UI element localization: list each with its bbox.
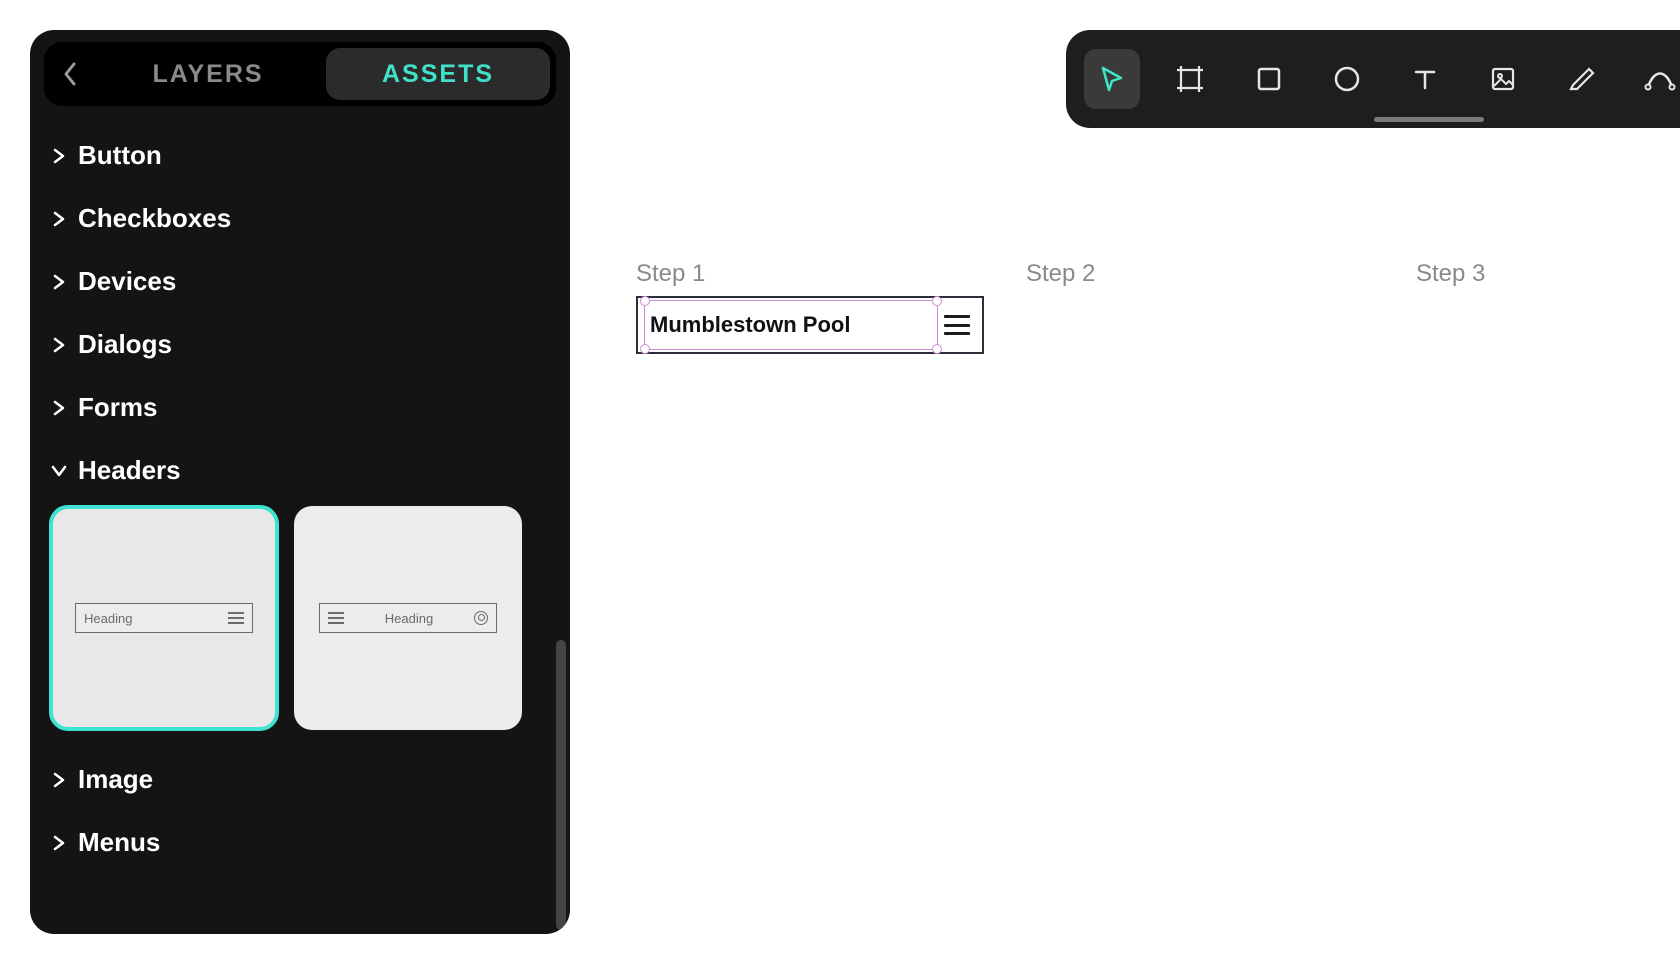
heading-text[interactable]: Mumblestown Pool	[650, 312, 850, 337]
toolbar	[1066, 30, 1680, 128]
header-component-instance[interactable]: Mumblestown Pool	[636, 296, 984, 354]
chevron-left-icon	[63, 62, 77, 86]
curve-tool[interactable]	[1632, 49, 1680, 109]
chevron-right-icon	[50, 274, 68, 290]
category-devices[interactable]: Devices	[50, 250, 550, 313]
hamburger-icon	[944, 315, 970, 335]
category-label: Headers	[78, 455, 181, 486]
panel-scrollbar[interactable]	[556, 640, 566, 930]
category-label: Forms	[78, 392, 157, 423]
hamburger-icon	[328, 612, 344, 624]
square-icon	[1255, 65, 1283, 93]
tab-layers[interactable]: LAYERS	[96, 48, 320, 100]
chevron-down-icon	[50, 463, 68, 479]
category-checkboxes[interactable]: Checkboxes	[50, 187, 550, 250]
text-icon	[1411, 65, 1439, 93]
assets-panel: LAYERS ASSETS Button Checkboxes Devices …	[30, 30, 570, 934]
category-label: Button	[78, 140, 162, 171]
pen-tool[interactable]	[1554, 49, 1610, 109]
frame-label-step2[interactable]: Step 2	[1026, 260, 1095, 288]
text-tool[interactable]	[1397, 49, 1453, 109]
chevron-right-icon	[50, 835, 68, 851]
chevron-right-icon	[50, 148, 68, 164]
rectangle-tool[interactable]	[1241, 49, 1297, 109]
ellipse-tool[interactable]	[1319, 49, 1375, 109]
chevron-right-icon	[50, 337, 68, 353]
header-asset-1[interactable]: Heading	[50, 506, 278, 730]
selection-handle-bl[interactable]	[640, 344, 650, 354]
category-label: Devices	[78, 266, 176, 297]
selection-handle-tr[interactable]	[932, 296, 942, 306]
image-tool[interactable]	[1475, 49, 1531, 109]
toolbar-drag-handle[interactable]	[1374, 117, 1484, 122]
select-tool[interactable]	[1084, 49, 1140, 109]
chevron-right-icon	[50, 211, 68, 227]
category-button[interactable]: Button	[50, 124, 550, 187]
image-icon	[1489, 65, 1517, 93]
cursor-icon	[1097, 64, 1127, 94]
header-thumbnails: Heading Heading	[50, 502, 550, 748]
category-label: Image	[78, 764, 153, 795]
category-headers[interactable]: Headers	[50, 439, 550, 502]
chevron-right-icon	[50, 400, 68, 416]
frame-icon	[1175, 64, 1205, 94]
category-menus[interactable]: Menus	[50, 811, 550, 874]
category-label: Checkboxes	[78, 203, 231, 234]
frame-label-step1[interactable]: Step 1	[636, 260, 705, 288]
thumb-label: Heading	[84, 611, 220, 626]
asset-tree: Button Checkboxes Devices Dialogs Forms …	[44, 124, 556, 934]
tab-assets[interactable]: ASSETS	[326, 48, 550, 100]
chevron-right-icon	[50, 772, 68, 788]
frame-label-step3[interactable]: Step 3	[1416, 260, 1485, 288]
category-label: Menus	[78, 827, 160, 858]
selection-handle-br[interactable]	[932, 344, 942, 354]
hamburger-icon	[228, 612, 244, 624]
category-image[interactable]: Image	[50, 748, 550, 811]
frame-tool[interactable]	[1162, 49, 1218, 109]
pencil-icon	[1567, 64, 1597, 94]
back-button[interactable]	[50, 62, 90, 86]
thumb-label: Heading	[352, 611, 466, 626]
category-label: Dialogs	[78, 329, 172, 360]
category-dialogs[interactable]: Dialogs	[50, 313, 550, 376]
heading-text-wrap[interactable]: Mumblestown Pool	[650, 312, 932, 338]
selection-handle-tl[interactable]	[640, 296, 650, 306]
circle-icon	[1332, 64, 1362, 94]
category-forms[interactable]: Forms	[50, 376, 550, 439]
header-asset-2[interactable]: Heading	[294, 506, 522, 730]
panel-tab-bar: LAYERS ASSETS	[44, 42, 556, 106]
curve-icon	[1644, 65, 1676, 93]
avatar-icon	[474, 611, 488, 625]
